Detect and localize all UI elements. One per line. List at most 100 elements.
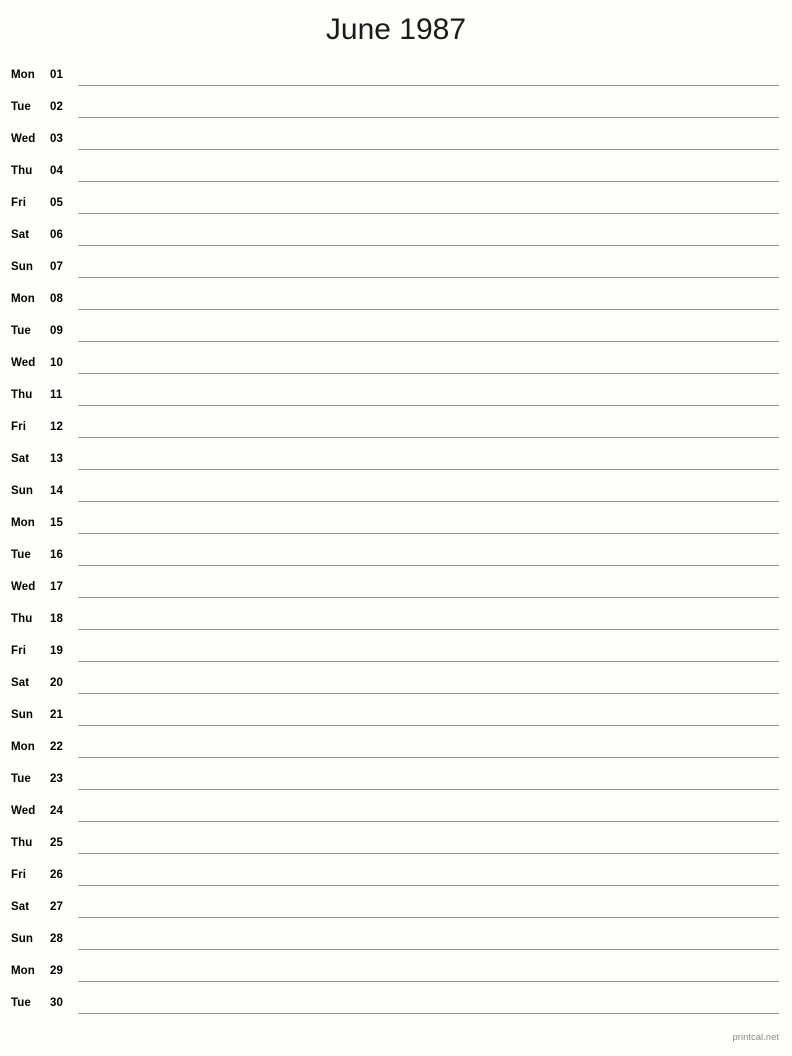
day-number: 21 (50, 709, 63, 721)
day-note-writing-line[interactable] (78, 821, 779, 822)
day-row: Wed 10 (0, 350, 792, 382)
weekday-label: Thu (11, 389, 33, 401)
weekday-label: Sat (11, 901, 30, 913)
day-note-writing-line[interactable] (78, 757, 779, 758)
day-note-writing-line[interactable] (78, 661, 779, 662)
day-note-writing-line[interactable] (78, 437, 779, 438)
weekday-label: Sat (11, 453, 30, 465)
day-number: 29 (50, 965, 63, 977)
day-note-writing-line[interactable] (78, 981, 779, 982)
weekday-label: Sun (11, 485, 34, 497)
weekday-label: Sat (11, 677, 30, 689)
day-row: Thu 04 (0, 158, 792, 190)
day-number: 02 (50, 101, 63, 113)
day-row: Sat 27 (0, 894, 792, 926)
day-number: 09 (50, 325, 63, 337)
day-note-writing-line[interactable] (78, 533, 779, 534)
day-row: Tue 02 (0, 94, 792, 126)
weekday-label: Wed (11, 357, 36, 369)
weekday-label: Mon (11, 517, 35, 529)
day-row: Mon 08 (0, 286, 792, 318)
day-number: 14 (50, 485, 63, 497)
day-number: 25 (50, 837, 63, 849)
day-row: Sat 13 (0, 446, 792, 478)
day-note-writing-line[interactable] (78, 85, 779, 86)
page-title: June 1987 (325, 13, 467, 46)
day-row: Sat 20 (0, 670, 792, 702)
weekday-label: Wed (11, 133, 36, 145)
day-note-writing-line[interactable] (78, 629, 779, 630)
day-note-writing-line[interactable] (78, 469, 779, 470)
weekday-label: Sun (11, 709, 34, 721)
day-row: Wed 17 (0, 574, 792, 606)
weekday-label: Tue (11, 101, 31, 113)
day-row: Sun 28 (0, 926, 792, 958)
day-row: Wed 24 (0, 798, 792, 830)
day-note-writing-line[interactable] (78, 245, 779, 246)
weekday-label: Mon (11, 741, 35, 753)
weekday-label: Mon (11, 293, 35, 305)
day-note-writing-line[interactable] (78, 693, 779, 694)
day-note-writing-line[interactable] (78, 181, 779, 182)
day-note-writing-line[interactable] (78, 725, 779, 726)
day-row: Tue 09 (0, 318, 792, 350)
day-note-writing-line[interactable] (78, 213, 779, 214)
weekday-label: Tue (11, 549, 31, 561)
day-row: Tue 16 (0, 542, 792, 574)
weekday-label: Thu (11, 837, 33, 849)
day-note-writing-line[interactable] (78, 597, 779, 598)
day-number: 05 (50, 197, 63, 209)
weekday-label: Fri (11, 645, 26, 657)
day-row: Mon 15 (0, 510, 792, 542)
day-number: 15 (50, 517, 63, 529)
day-number: 27 (50, 901, 63, 913)
weekday-label: Thu (11, 613, 33, 625)
day-number: 04 (50, 165, 63, 177)
day-number: 18 (50, 613, 63, 625)
day-note-writing-line[interactable] (78, 373, 779, 374)
day-number: 11 (50, 389, 63, 401)
weekday-label: Fri (11, 197, 26, 209)
day-note-writing-line[interactable] (78, 917, 779, 918)
day-note-writing-line[interactable] (78, 1013, 779, 1014)
day-number: 28 (50, 933, 63, 945)
day-number: 23 (50, 773, 63, 785)
weekday-label: Thu (11, 165, 33, 177)
footer-credit: printcal.net (732, 1032, 779, 1043)
day-number: 19 (50, 645, 63, 657)
day-number: 24 (50, 805, 63, 817)
day-number: 12 (50, 421, 63, 433)
day-number: 26 (50, 869, 63, 881)
day-note-writing-line[interactable] (78, 149, 779, 150)
day-number: 13 (50, 453, 63, 465)
day-row: Fri 12 (0, 414, 792, 446)
day-note-writing-line[interactable] (78, 565, 779, 566)
day-number: 20 (50, 677, 63, 689)
day-row: Mon 22 (0, 734, 792, 766)
day-row: Fri 19 (0, 638, 792, 670)
day-row: Thu 18 (0, 606, 792, 638)
day-note-writing-line[interactable] (78, 885, 779, 886)
weekday-label: Sun (11, 261, 34, 273)
day-note-writing-line[interactable] (78, 501, 779, 502)
calendar-page: June 1987 Mon 01 Tue 02 Wed 03 Thu 04 Fri 05 Sat 06… (0, 0, 792, 1056)
day-note-writing-line[interactable] (78, 949, 779, 950)
weekday-label: Wed (11, 805, 36, 817)
day-note-writing-line[interactable] (78, 277, 779, 278)
day-note-writing-line[interactable] (78, 117, 779, 118)
weekday-label: Fri (11, 869, 26, 881)
weekday-label: Mon (11, 965, 35, 977)
day-note-writing-line[interactable] (78, 405, 779, 406)
day-note-writing-line[interactable] (78, 789, 779, 790)
day-row: Thu 11 (0, 382, 792, 414)
day-note-writing-line[interactable] (78, 309, 779, 310)
day-note-writing-line[interactable] (78, 341, 779, 342)
day-note-writing-line[interactable] (78, 853, 779, 854)
day-number: 03 (50, 133, 63, 145)
day-row: Fri 05 (0, 190, 792, 222)
day-row: Fri 26 (0, 862, 792, 894)
day-row: Sat 06 (0, 222, 792, 254)
day-number: 17 (50, 581, 63, 593)
day-row-list: Mon 01 Tue 02 Wed 03 Thu 04 Fri 05 Sat 06 Sun 07 Mon 08… (0, 62, 792, 1022)
day-row: Tue 23 (0, 766, 792, 798)
